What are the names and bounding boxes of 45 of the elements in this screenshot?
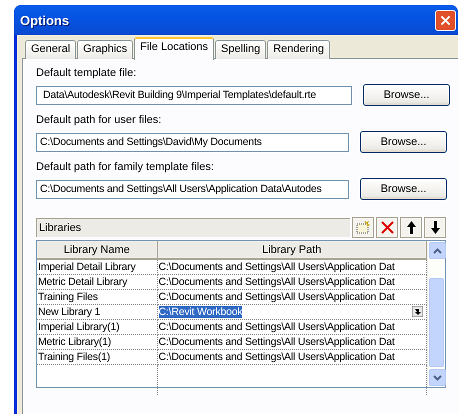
close-icon: [380, 220, 394, 234]
column-header[interactable]: Library Path: [157, 241, 426, 259]
table-cell[interactable]: C:\Revit Workbook: [158, 306, 242, 318]
tab[interactable]: File Locations: [134, 37, 214, 60]
arrow-down-icon: [430, 220, 440, 234]
browse-button[interactable]: Browse...: [360, 131, 447, 153]
table-cell: C:\Documents and Settings\All Users\Application Dat: [158, 261, 395, 273]
scrollbar[interactable]: [427, 241, 445, 387]
table-cell: Training Files: [37, 290, 157, 304]
column-header[interactable]: Library Name: [37, 241, 157, 259]
delete-button[interactable]: [376, 216, 398, 238]
table-cell: C:\Documents and Settings\All Users\Application Dat: [158, 291, 395, 303]
table-cell: C:\Documents and Settings\All Users\Application Dat: [158, 351, 395, 363]
table-cell: C:\Documents and Settings\All Users\Application Dat: [158, 276, 395, 288]
libraries-label: Libraries: [36, 218, 350, 236]
path-field[interactable]: C:\Documents and Settings\David\My Documents: [36, 132, 349, 152]
new-library-button[interactable]: [352, 216, 374, 238]
table-cell: Metric Detail Library: [37, 274, 157, 290]
arrow-up-icon: [406, 220, 416, 234]
field-label: Default path for user files:: [36, 114, 162, 127]
table-cell: Metric Library(1): [37, 334, 157, 350]
table-cell: Imperial Detail Library: [37, 259, 157, 274]
table-cell: C:\Documents and Settings\All Users\Application Dat: [158, 336, 395, 348]
table-cell: New Library 1: [37, 304, 157, 320]
new-folder-icon: [356, 220, 370, 234]
tab[interactable]: General: [25, 40, 76, 59]
browse-button[interactable]: Browse...: [360, 178, 447, 200]
table-cell: C:\Documents and Settings\All Users\Application Dat: [158, 321, 395, 333]
field-label: Default path for family template files:: [36, 161, 215, 174]
table-cell: Training Files(1): [37, 350, 157, 364]
tab[interactable]: Graphics: [77, 40, 134, 59]
chevron-up-icon: [433, 248, 442, 254]
chevron-down-icon: [433, 374, 442, 380]
close-icon[interactable]: [435, 10, 456, 31]
tab[interactable]: Rendering: [267, 40, 330, 59]
table-cell: Imperial Library(1): [37, 320, 157, 334]
dropdown-icon[interactable]: [412, 306, 423, 317]
move-down-button[interactable]: [424, 216, 446, 238]
tab[interactable]: Spelling: [215, 40, 266, 59]
move-up-button[interactable]: [400, 216, 422, 238]
path-field[interactable]: C:\Documents and Settings\All Users\Application Data\Autodes: [36, 180, 349, 198]
window-title: Options: [20, 12, 70, 28]
field-label: Default template file:: [36, 67, 138, 80]
path-field[interactable]: Data\Autodesk\Revit Building 9\Imperial Templates\default.rte: [36, 86, 352, 104]
browse-button[interactable]: Browse...: [363, 84, 450, 106]
